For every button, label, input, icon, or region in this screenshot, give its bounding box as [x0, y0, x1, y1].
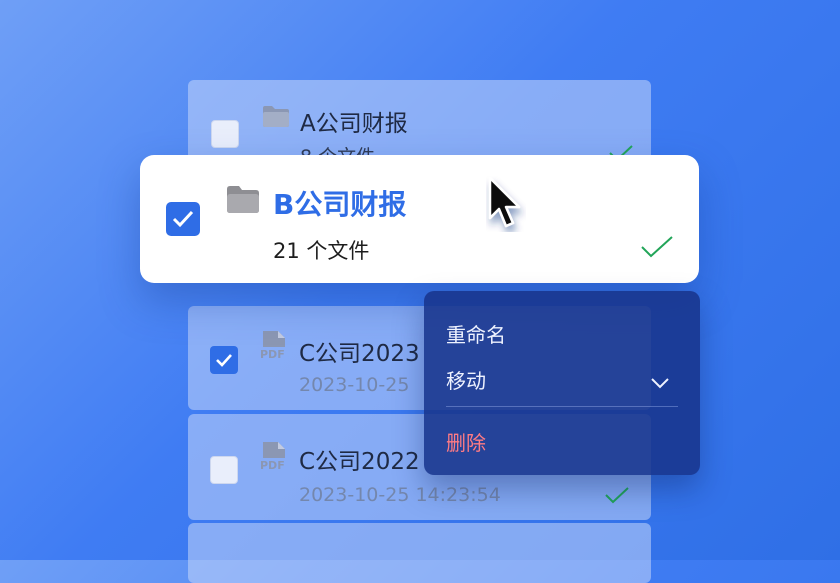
file-name: C公司2023 — [299, 341, 420, 367]
mouse-pointer-icon — [486, 176, 526, 236]
menu-item-rename[interactable]: 重命名 — [446, 319, 506, 348]
pdf-file-icon: PDF — [260, 441, 288, 475]
check-icon — [604, 486, 630, 508]
checkbox[interactable] — [210, 456, 238, 484]
context-menu: 重命名 移动 删除 — [424, 291, 700, 475]
file-manager-screen: { "files": [ {"name": "A公司财报", "meta": "… — [0, 0, 840, 583]
pdf-label: PDF — [260, 348, 285, 361]
pdf-label: PDF — [260, 459, 285, 472]
file-date: 2023-10-25 14:23:54 — [299, 484, 501, 506]
file-meta: 21 个文件 — [273, 239, 370, 263]
menu-item-delete[interactable]: 删除 — [446, 427, 486, 456]
chevron-down-icon[interactable] — [650, 374, 670, 393]
checkbox-checked[interactable] — [166, 202, 200, 236]
folder-icon — [262, 104, 290, 132]
file-name: B公司财报 — [273, 188, 407, 221]
menu-item-move[interactable]: 移动 — [446, 365, 486, 394]
file-name: A公司财报 — [300, 111, 408, 137]
file-name: C公司2022 — [299, 449, 420, 475]
checkbox[interactable] — [211, 120, 239, 148]
checkbox-checked[interactable] — [210, 346, 238, 374]
list-item-b-selected[interactable]: B公司财报 21 个文件 — [140, 155, 699, 283]
check-icon — [640, 235, 674, 263]
list-item-empty — [188, 523, 651, 583]
menu-divider — [446, 406, 678, 407]
folder-icon — [226, 184, 260, 218]
pdf-file-icon: PDF — [260, 330, 288, 364]
file-date: 2023-10-25 — [299, 374, 410, 396]
